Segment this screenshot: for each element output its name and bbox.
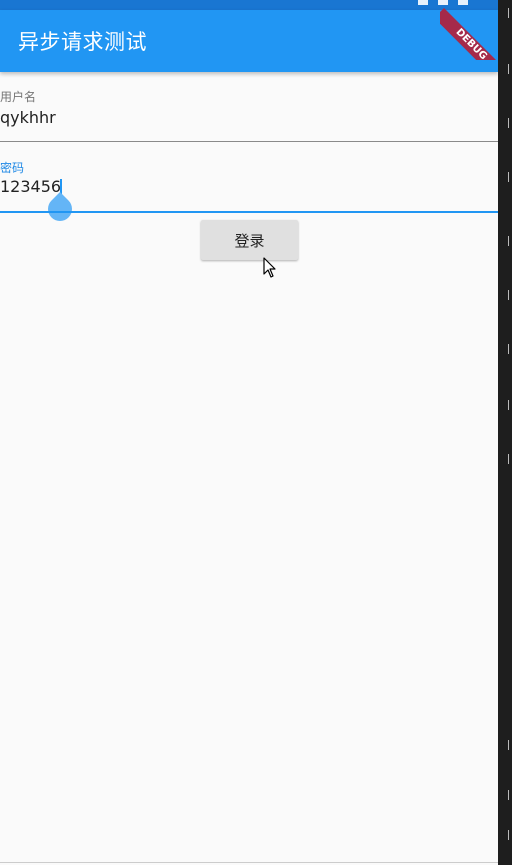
debug-label: DEBUG (440, 8, 498, 60)
username-underline (0, 141, 498, 142)
side-glyph (508, 172, 512, 182)
username-input[interactable]: qykhhr (0, 108, 56, 127)
bottom-divider (0, 862, 498, 863)
debug-banner: DEBUG (440, 0, 498, 60)
password-input[interactable]: 123456 (0, 177, 61, 196)
side-glyph (508, 454, 512, 464)
side-glyph (508, 8, 512, 18)
login-button[interactable]: 登录 (201, 220, 298, 260)
side-glyph (508, 118, 512, 128)
side-glyph (508, 790, 512, 800)
status-bar (0, 0, 498, 10)
password-underline (0, 211, 498, 213)
app-bar: 异步请求测试 (0, 10, 498, 72)
password-field[interactable]: 密码 123456 (0, 157, 498, 226)
password-label: 密码 (0, 161, 25, 175)
side-glyph (508, 290, 512, 300)
mouse-pointer-icon (263, 257, 276, 278)
side-glyph (508, 344, 512, 354)
wifi-icon (418, 0, 428, 5)
side-panel (498, 0, 512, 865)
side-glyph (508, 64, 512, 74)
side-glyph (508, 236, 512, 246)
app-screen: 异步请求测试 DEBUG 用户名 qykhhr 密码 123456 登录 (0, 0, 512, 865)
app-title: 异步请求测试 (18, 30, 147, 54)
cursor-handle[interactable] (43, 192, 77, 226)
side-glyph (508, 740, 512, 750)
side-glyph (508, 830, 512, 840)
username-label: 用户名 (0, 90, 37, 104)
side-glyph (508, 400, 512, 410)
username-field[interactable]: 用户名 qykhhr (0, 86, 498, 144)
